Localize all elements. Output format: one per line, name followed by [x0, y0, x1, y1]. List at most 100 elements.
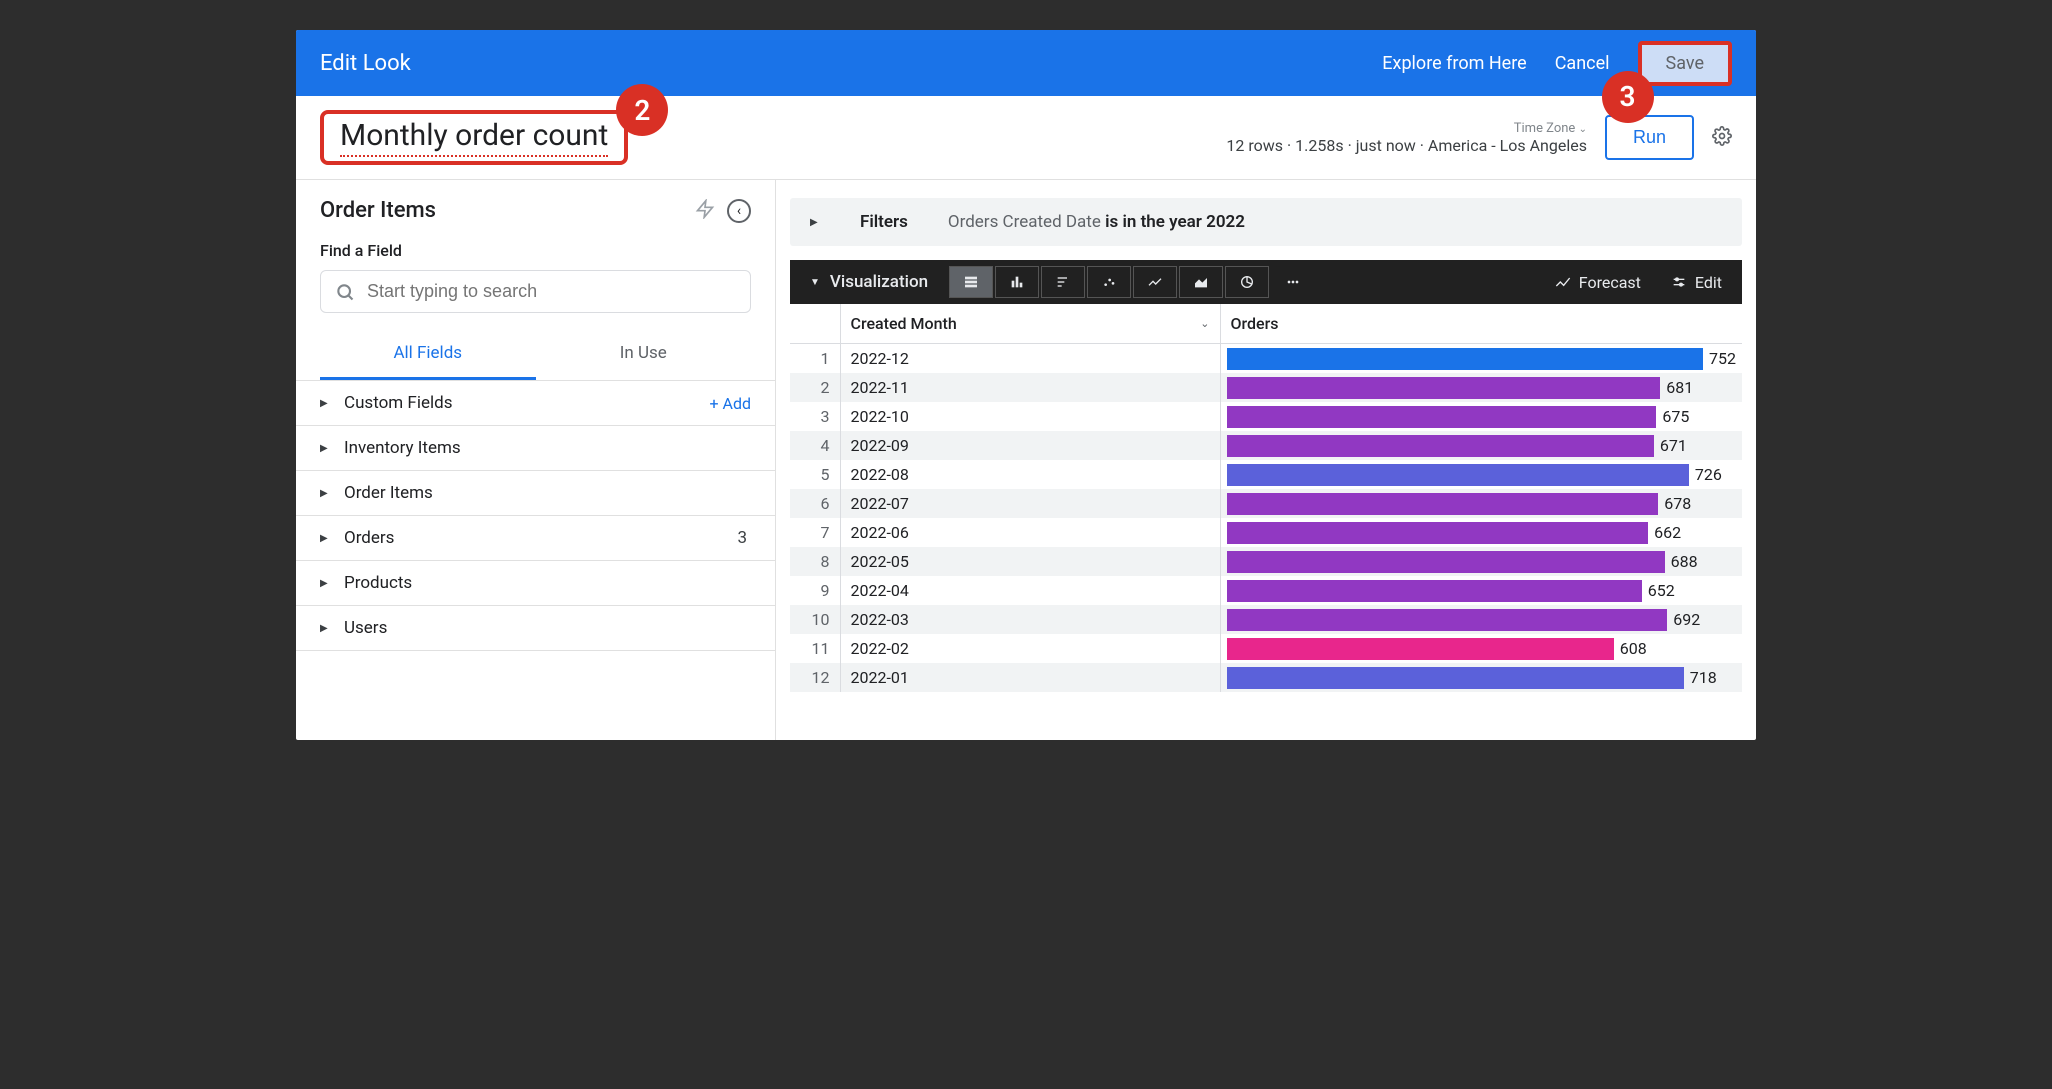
bar	[1227, 609, 1668, 631]
cell-month: 2022-07	[840, 489, 1220, 518]
forecast-button[interactable]: Forecast	[1555, 273, 1641, 292]
title-row: Monthly order count 2 Time Zone ⌄ 12 row…	[296, 96, 1756, 180]
look-title-input[interactable]: Monthly order count	[340, 118, 608, 153]
query-status-text: 12 rows · 1.258s · just now · America - …	[1226, 136, 1587, 155]
bar	[1227, 638, 1614, 660]
viz-type-area-icon[interactable]	[1179, 266, 1223, 298]
cell-month: 2022-04	[840, 576, 1220, 605]
chevron-down-icon[interactable]: ⌄	[1200, 317, 1209, 330]
bar	[1227, 435, 1654, 457]
cell-month: 2022-08	[840, 460, 1220, 489]
row-index: 3	[790, 402, 840, 431]
viz-type-table-icon[interactable]	[949, 266, 993, 298]
search-icon	[335, 282, 355, 302]
table-row: 42022-09671	[790, 431, 1742, 460]
row-index: 10	[790, 605, 840, 634]
header-bar: Edit Look Explore from Here Cancel Save …	[296, 30, 1756, 96]
column-header-orders[interactable]: Orders	[1220, 304, 1742, 344]
field-group[interactable]: ▶Users	[296, 606, 775, 651]
row-index: 12	[790, 663, 840, 692]
filters-label: Filters	[860, 212, 908, 232]
page-title: Edit Look	[320, 51, 1382, 76]
viz-type-column-icon[interactable]	[995, 266, 1039, 298]
cell-orders: 692	[1220, 605, 1742, 634]
field-group[interactable]: ▶Orders3	[296, 516, 775, 561]
query-results-area: ▶ Filters Orders Created Date is in the …	[776, 180, 1756, 740]
search-box[interactable]	[320, 270, 751, 313]
field-group[interactable]: ▶Order Items	[296, 471, 775, 516]
field-group[interactable]: ▶Inventory Items	[296, 426, 775, 471]
table-row: 62022-07678	[790, 489, 1742, 518]
table-row: 112022-02608	[790, 634, 1742, 663]
bar	[1227, 522, 1649, 544]
field-group-custom-fields[interactable]: ▶ Custom Fields + Add	[296, 381, 775, 426]
cell-month: 2022-10	[840, 402, 1220, 431]
results-table: Created Month⌄ Orders 12022-1275222022-1…	[790, 304, 1742, 692]
tab-all-fields[interactable]: All Fields	[320, 329, 536, 380]
bar	[1227, 464, 1689, 486]
cell-month: 2022-05	[840, 547, 1220, 576]
viz-type-line-icon[interactable]	[1133, 266, 1177, 298]
bar-value: 662	[1654, 523, 1681, 542]
annotation-badge-3: 3	[1602, 71, 1654, 123]
collapse-sidebar-icon[interactable]: ‹	[727, 199, 751, 223]
bar-value: 692	[1673, 610, 1700, 629]
quick-start-icon[interactable]	[695, 199, 715, 223]
field-group[interactable]: ▶Products	[296, 561, 775, 606]
find-field-label: Find a Field	[296, 235, 775, 266]
table-row: 32022-10 675	[790, 402, 1742, 431]
timezone-dropdown[interactable]: Time Zone ⌄	[1514, 121, 1587, 136]
add-custom-field-button[interactable]: + Add	[709, 394, 751, 413]
cell-orders: 718	[1220, 663, 1742, 692]
search-input[interactable]	[367, 281, 736, 302]
save-button[interactable]: Save	[1638, 41, 1733, 86]
bar	[1227, 551, 1665, 573]
bar-value: 675	[1662, 407, 1689, 426]
row-index: 9	[790, 576, 840, 605]
bar	[1227, 580, 1642, 602]
table-row: 122022-01 718	[790, 663, 1742, 692]
bar-value: 681	[1666, 378, 1693, 397]
bar-value: 678	[1664, 494, 1691, 513]
cell-orders: 678	[1220, 489, 1742, 518]
table-row: 12022-12752	[790, 344, 1742, 374]
cell-orders: 652	[1220, 576, 1742, 605]
row-index: 2	[790, 373, 840, 402]
cell-month: 2022-01	[840, 663, 1220, 692]
viz-type-more[interactable]	[1271, 266, 1315, 298]
field-picker-sidebar: Order Items ‹ Find a Field All Fields In…	[296, 180, 776, 740]
cell-orders: 675	[1220, 402, 1742, 431]
row-index: 7	[790, 518, 840, 547]
gear-icon[interactable]	[1712, 126, 1732, 150]
cell-orders: 671	[1220, 431, 1742, 460]
explore-from-here-link[interactable]: Explore from Here	[1382, 53, 1526, 74]
viz-type-scatter-icon[interactable]	[1087, 266, 1131, 298]
row-index: 5	[790, 460, 840, 489]
cell-month: 2022-03	[840, 605, 1220, 634]
row-index: 8	[790, 547, 840, 576]
edit-viz-button[interactable]: Edit	[1671, 273, 1722, 292]
tab-in-use[interactable]: In Use	[536, 329, 752, 380]
explore-name: Order Items	[320, 198, 683, 223]
bar	[1227, 406, 1657, 428]
visualization-toggle[interactable]: ▼Visualization	[790, 272, 948, 292]
run-button[interactable]: Run	[1605, 115, 1694, 160]
bar-value: 688	[1671, 552, 1698, 571]
filter-summary: Orders Created Date is in the year 2022	[948, 212, 1245, 232]
bar	[1227, 493, 1659, 515]
app-window: Edit Look Explore from Here Cancel Save …	[296, 30, 1756, 740]
filters-section[interactable]: ▶ Filters Orders Created Date is in the …	[790, 198, 1742, 246]
cancel-link[interactable]: Cancel	[1555, 53, 1610, 74]
bar-value: 718	[1690, 668, 1717, 687]
viz-type-pie-icon[interactable]	[1225, 266, 1269, 298]
row-index: 11	[790, 634, 840, 663]
bar	[1227, 667, 1684, 689]
table-row: 72022-06662	[790, 518, 1742, 547]
viz-type-bar-h-icon[interactable]	[1041, 266, 1085, 298]
table-row: 92022-04652	[790, 576, 1742, 605]
bar-value: 608	[1620, 639, 1647, 658]
bar-value: 752	[1709, 349, 1736, 368]
cell-orders: 662	[1220, 518, 1742, 547]
column-header-month[interactable]: Created Month⌄	[840, 304, 1220, 344]
cell-orders: 688	[1220, 547, 1742, 576]
